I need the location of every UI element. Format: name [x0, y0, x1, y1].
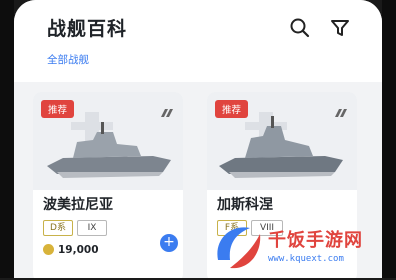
ship-name: 加斯科涅	[217, 197, 273, 213]
tier-tag: IX	[77, 220, 107, 236]
search-icon[interactable]	[288, 16, 312, 40]
watermark: 千饭手游网 www.kquext.com	[210, 220, 396, 278]
ship-type-icon	[335, 102, 349, 121]
phone-bezel-left	[0, 0, 14, 278]
ship-card[interactable]: 推荐 波美拉尼亚 D系 IX 19,000	[33, 92, 183, 278]
tab-all-ships[interactable]: 全部战舰	[47, 52, 89, 67]
header: 战舰百科 全部战舰	[14, 0, 382, 82]
recommended-badge: 推荐	[215, 100, 249, 118]
filter-icon[interactable]	[328, 16, 352, 40]
watermark-text: 千饭手游网	[268, 230, 363, 251]
recommended-badge: 推荐	[41, 100, 75, 118]
ship-type-icon	[161, 102, 175, 121]
watermark-logo	[217, 227, 261, 269]
add-button[interactable]: +	[160, 234, 178, 252]
page-title: 战舰百科	[47, 18, 128, 40]
watermark-url: www.kquext.com	[268, 254, 344, 264]
ship-name: 波美拉尼亚	[43, 197, 113, 213]
price-value: 19,000	[58, 244, 99, 256]
price: 19,000	[43, 244, 99, 256]
nation-tag: D系	[43, 220, 73, 236]
coin-icon	[43, 244, 54, 255]
